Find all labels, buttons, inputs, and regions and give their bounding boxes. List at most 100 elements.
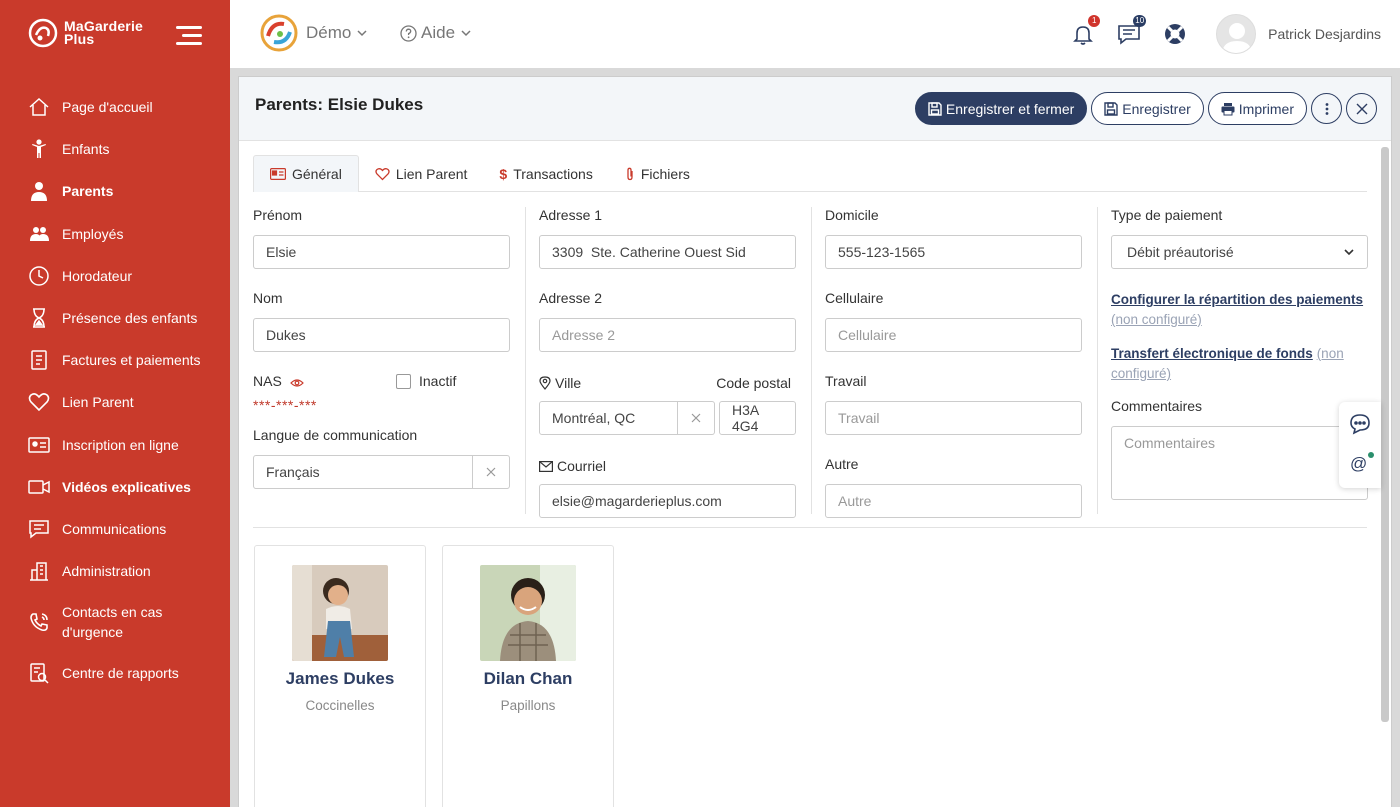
travail-input[interactable]: Travail <box>825 401 1082 435</box>
courriel-input[interactable]: elsie@magarderieplus.com <box>539 484 796 518</box>
child-group: Papillons <box>500 698 556 713</box>
save-and-close-button[interactable]: Enregistrer et fermer <box>914 92 1088 125</box>
more-options-button[interactable] <box>1311 93 1342 124</box>
type-paiement-value: Débit préautorisé <box>1127 244 1234 260</box>
column-divider <box>1097 207 1098 514</box>
eye-icon[interactable] <box>289 378 304 388</box>
tab-fichiers[interactable]: Fichiers <box>609 155 706 192</box>
sidebar-item-presence[interactable]: Présence des enfants <box>0 297 230 339</box>
sidebar-item-contacts-urgence[interactable]: Contacts en cas d'urgence <box>0 592 230 652</box>
nom-input[interactable]: Dukes <box>253 318 510 352</box>
close-icon <box>486 467 496 477</box>
sidebar-item-videos[interactable]: Vidéos explicatives <box>0 466 230 508</box>
autre-input[interactable]: Autre <box>825 484 1082 518</box>
configurer-status: (non configuré) <box>1111 312 1202 327</box>
prenom-label: Prénom <box>253 207 303 223</box>
home-icon <box>28 96 50 118</box>
sidebar-item-label: Inscription en ligne <box>62 436 179 453</box>
tab-label: Transactions <box>513 165 593 182</box>
help-dropdown[interactable]: Aide <box>400 23 473 43</box>
panel-scrollbar[interactable] <box>1381 147 1389 722</box>
parent-icon <box>28 180 50 202</box>
commentaires-textarea[interactable]: Commentaires <box>1111 426 1368 500</box>
demo-label: Démo <box>306 23 352 42</box>
building-icon <box>28 560 50 582</box>
tab-general[interactable]: Général <box>253 155 359 192</box>
more-vertical-icon <box>1325 102 1328 115</box>
mention-icon[interactable]: @ <box>1350 454 1367 474</box>
langue-select[interactable]: Français <box>253 455 473 489</box>
sidebar-item-horodateur[interactable]: Horodateur <box>0 255 230 297</box>
nas-value: ***-***-*** <box>253 397 317 413</box>
tab-lien-parent[interactable]: Lien Parent <box>359 155 484 192</box>
prenom-input[interactable]: Elsie <box>253 235 510 269</box>
sidebar-item-accueil[interactable]: Page d'accueil <box>0 86 230 128</box>
sidebar-nav: Page d'accueil Enfants Parents Employés … <box>0 86 230 694</box>
sidebar-item-label: Parents <box>62 183 114 200</box>
parent-form-panel: Parents: Elsie Dukes Enregistrer et ferm… <box>238 76 1392 807</box>
sidebar-item-label: Lien Parent <box>62 394 134 411</box>
page-title: Parents: Elsie Dukes <box>255 95 424 114</box>
sidebar-item-parents[interactable]: Parents <box>0 170 230 212</box>
sidebar-item-label: Vidéos explicatives <box>62 478 191 495</box>
type-paiement-select[interactable]: Débit préautorisé <box>1111 235 1368 269</box>
column-identity: Prénom Elsie Nom Dukes NAS ***-***-*** I… <box>253 207 511 489</box>
clear-langue-button[interactable] <box>473 455 510 489</box>
configurer-repartition-link[interactable]: Configurer la répartition des paiements <box>1111 290 1369 310</box>
video-icon <box>28 476 50 498</box>
brand-logo[interactable]: MaGarderie Plus <box>28 18 143 48</box>
map-pin-icon <box>539 376 551 390</box>
sidebar-item-administration[interactable]: Administration <box>0 550 230 592</box>
chevron-down-icon <box>357 30 367 37</box>
sidebar-item-label: Présence des enfants <box>62 310 198 327</box>
child-card[interactable]: Dilan Chan Papillons <box>442 545 614 807</box>
clear-ville-button[interactable] <box>678 401 715 435</box>
support-button[interactable] <box>1160 19 1190 49</box>
domicile-input[interactable]: 555-123-1565 <box>825 235 1082 269</box>
id-card-icon <box>28 434 50 456</box>
sidebar: MaGarderie Plus Page d'accueil Enfants P… <box>0 0 230 807</box>
report-icon <box>28 662 50 684</box>
sidebar-item-label: Contacts en cas d'urgence <box>62 604 163 641</box>
adresse2-input[interactable]: Adresse 2 <box>539 318 796 352</box>
brand-line2: Plus <box>64 31 95 47</box>
cellulaire-input[interactable]: Cellulaire <box>825 318 1082 352</box>
tab-transactions[interactable]: $ Transactions <box>483 155 608 192</box>
sidebar-item-communications[interactable]: Communications <box>0 508 230 550</box>
messages-button[interactable]: 10 <box>1114 15 1147 49</box>
code-postal-input[interactable]: H3A 4G4 <box>719 401 796 435</box>
ville-input[interactable]: Montréal, QC <box>539 401 678 435</box>
user-avatar[interactable] <box>1216 14 1257 54</box>
code-postal-label: Code postal <box>716 375 791 391</box>
hourglass-icon <box>28 307 50 329</box>
user-name[interactable]: Patrick Desjardins <box>1268 26 1381 42</box>
hamburger-menu-icon[interactable] <box>176 26 202 50</box>
notifications-button[interactable]: 1 <box>1068 15 1101 49</box>
envelope-icon <box>539 460 553 472</box>
child-name: James Dukes <box>285 669 395 688</box>
sidebar-item-enfants[interactable]: Enfants <box>0 128 230 170</box>
sidebar-item-factures[interactable]: Factures et paiements <box>0 339 230 381</box>
column-divider <box>525 207 526 514</box>
sidebar-item-rapports[interactable]: Centre de rapports <box>0 652 230 694</box>
transfert-electronique-link[interactable]: Transfert électronique de fonds <box>1111 346 1313 361</box>
panel-actions: Enregistrer et fermer Enregistrer Imprim… <box>911 92 1377 125</box>
save-button[interactable]: Enregistrer <box>1091 92 1204 125</box>
sidebar-item-employes[interactable]: Employés <box>0 213 230 255</box>
demo-dropdown[interactable]: Démo <box>260 14 369 52</box>
print-button[interactable]: Imprimer <box>1207 92 1307 125</box>
sidebar-item-lien-parent[interactable]: Lien Parent <box>0 381 230 423</box>
print-label: Imprimer <box>1238 100 1294 117</box>
sidebar-item-inscription[interactable]: Inscription en ligne <box>0 424 230 466</box>
child-card[interactable]: James Dukes Coccinelles <box>254 545 426 807</box>
close-button[interactable] <box>1346 93 1377 124</box>
child-photo <box>292 565 388 661</box>
adresse1-input[interactable]: 3309 Ste. Catherine Ouest Sid <box>539 235 796 269</box>
chevron-down-icon <box>1344 249 1354 256</box>
printer-icon <box>1221 102 1235 116</box>
phone-icon <box>28 611 50 633</box>
question-circle-icon <box>400 24 417 42</box>
chat-bubble-icon[interactable] <box>1348 412 1372 439</box>
inactif-checkbox[interactable] <box>396 373 411 389</box>
nom-label: Nom <box>253 290 283 306</box>
